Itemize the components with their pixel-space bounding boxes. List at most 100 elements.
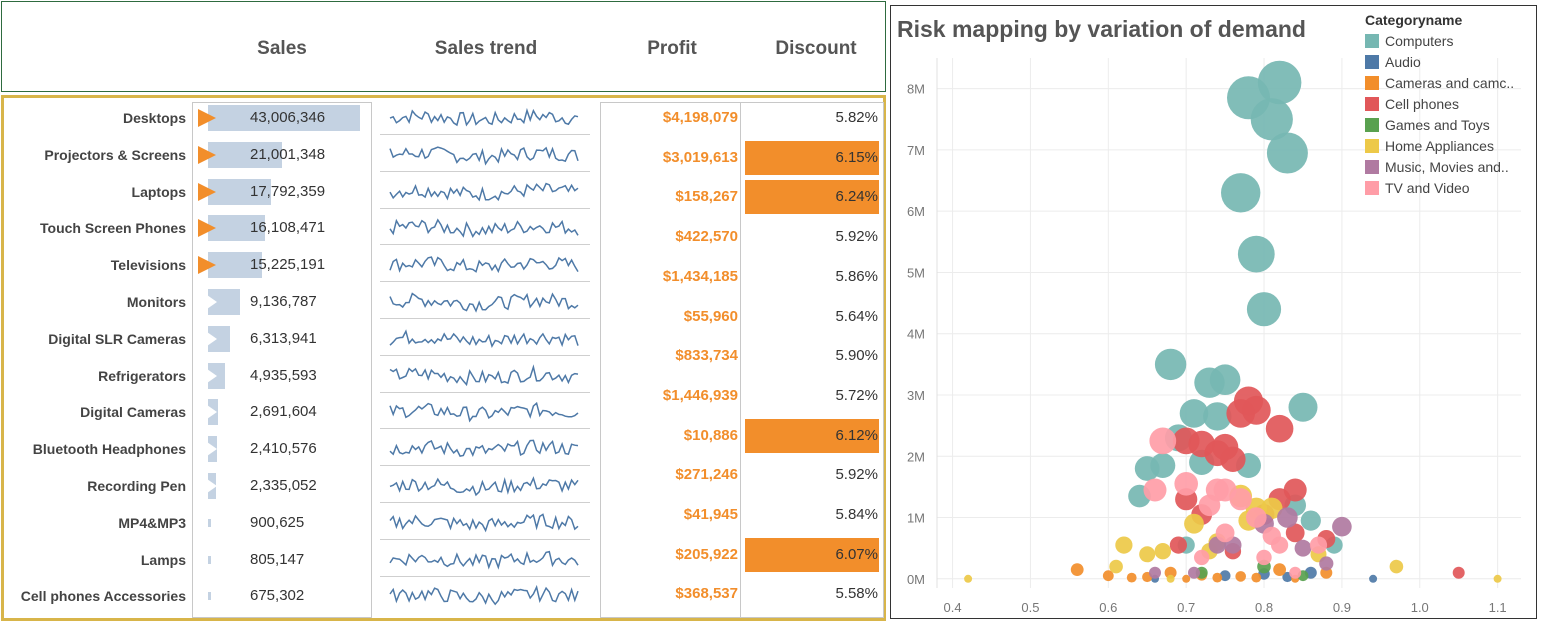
sales-trend-sparkline[interactable] <box>388 287 580 317</box>
profit-value: $4,198,079 <box>662 109 738 126</box>
y-tick-label: 7M <box>907 143 925 158</box>
legend-item[interactable]: Cell phones <box>1365 94 1535 115</box>
sales-trend-sparkline[interactable] <box>388 397 580 427</box>
row-label[interactable]: Touch Screen Phones <box>4 218 186 238</box>
trend-row-separator <box>380 428 590 430</box>
x-tick-label: 0.6 <box>1099 600 1117 615</box>
scatter-point[interactable] <box>1149 566 1161 579</box>
scatter-point[interactable] <box>1220 446 1246 472</box>
scatter-point[interactable] <box>1294 539 1312 557</box>
header-sales[interactable]: Sales <box>222 38 342 60</box>
legend-item[interactable]: Home Appliances <box>1365 136 1535 157</box>
sales-trend-sparkline[interactable] <box>388 213 580 243</box>
sales-value: 4,935,593 <box>250 366 317 384</box>
scatter-point[interactable] <box>1143 478 1167 502</box>
row-label[interactable]: Monitors <box>4 292 186 312</box>
scatter-point[interactable] <box>1212 572 1223 583</box>
scatter-point[interactable] <box>1126 572 1137 583</box>
row-label[interactable]: MP4&MP3 <box>4 513 186 533</box>
sales-trend-sparkline[interactable] <box>388 434 580 464</box>
scatter-point[interactable] <box>1188 566 1200 579</box>
scatter-point[interactable] <box>1289 566 1302 579</box>
scatter-point[interactable] <box>1209 364 1241 396</box>
scatter-point[interactable] <box>1154 348 1187 381</box>
scatter-point[interactable] <box>1174 472 1198 496</box>
sales-trend-sparkline[interactable] <box>388 471 580 501</box>
header-sales-trend[interactable]: Sales trend <box>406 38 566 60</box>
row-label[interactable]: Laptops <box>4 182 186 202</box>
row-label[interactable]: Desktops <box>4 108 186 128</box>
header-discount[interactable]: Discount <box>756 38 876 60</box>
scatter-point[interactable] <box>1115 536 1133 554</box>
scatter-point[interactable] <box>1109 559 1123 574</box>
sales-bar[interactable] <box>208 518 211 527</box>
scatter-point[interactable] <box>1198 494 1221 517</box>
scatter-point[interactable] <box>1256 549 1272 566</box>
legend-label: Games and Toys <box>1385 117 1490 133</box>
sales-bar[interactable] <box>208 555 211 564</box>
legend-item[interactable]: Audio <box>1365 52 1535 73</box>
legend-item[interactable]: Cameras and camc.. <box>1365 73 1535 94</box>
scatter-point[interactable] <box>1139 546 1156 563</box>
sales-bar[interactable] <box>208 592 211 601</box>
scatter-point[interactable] <box>1493 574 1502 583</box>
sales-trend-sparkline[interactable] <box>388 177 580 207</box>
scatter-point[interactable] <box>1166 574 1175 583</box>
scatter-point[interactable] <box>1266 132 1308 174</box>
row-label[interactable]: Refrigerators <box>4 366 186 386</box>
sales-trend-sparkline[interactable] <box>388 508 580 538</box>
sales-trend-sparkline[interactable] <box>388 581 580 611</box>
sales-trend-sparkline[interactable] <box>388 140 580 170</box>
scatter-point[interactable] <box>1389 559 1404 574</box>
scatter-point[interactable] <box>1194 549 1210 566</box>
scatter-point[interactable] <box>1070 563 1084 576</box>
row-label[interactable]: Bluetooth Headphones <box>4 439 186 459</box>
x-tick-label: 0.8 <box>1255 600 1273 615</box>
scatter-point[interactable] <box>1169 536 1187 554</box>
scatter-point[interactable] <box>1226 399 1255 428</box>
sales-trend-sparkline[interactable] <box>388 545 580 575</box>
sales-value: 9,136,787 <box>250 293 317 310</box>
scatter-point[interactable] <box>1452 566 1465 579</box>
scatter-point[interactable] <box>1221 173 1261 213</box>
legend-item[interactable]: Music, Movies and.. <box>1365 157 1535 178</box>
scatter-point[interactable] <box>964 574 973 583</box>
scatter-point[interactable] <box>1271 536 1289 554</box>
sales-trend-sparkline[interactable] <box>388 103 580 133</box>
row-label[interactable]: Recording Pen <box>4 476 186 496</box>
scatter-point[interactable] <box>1265 414 1294 443</box>
legend-item[interactable]: TV and Video <box>1365 178 1535 199</box>
scatter-point[interactable] <box>1369 574 1378 583</box>
sales-trend-sparkline[interactable] <box>388 250 580 280</box>
row-label[interactable]: Projectors & Screens <box>4 145 186 165</box>
row-label[interactable]: Cell phones Accessories <box>4 586 186 606</box>
scatter-point[interactable] <box>1300 510 1321 531</box>
sales-trend-sparkline[interactable] <box>388 324 580 354</box>
scatter-point[interactable] <box>1309 536 1328 554</box>
row-label[interactable]: Digital SLR Cameras <box>4 329 186 349</box>
row-label[interactable]: Lamps <box>4 550 186 570</box>
scatter-point[interactable] <box>1237 235 1275 273</box>
row-label[interactable]: Televisions <box>4 255 186 275</box>
scatter-point[interactable] <box>1246 292 1282 327</box>
scatter-point[interactable] <box>1215 523 1235 543</box>
scatter-point[interactable] <box>1332 516 1352 537</box>
scatter-point[interactable] <box>1251 572 1262 583</box>
scatter-point[interactable] <box>1273 563 1286 576</box>
scatter-point[interactable] <box>1246 507 1267 528</box>
scatter-point[interactable] <box>1184 513 1204 534</box>
row-label[interactable]: Digital Cameras <box>4 402 186 422</box>
header-profit[interactable]: Profit <box>617 38 727 60</box>
scatter-point[interactable] <box>1154 543 1171 560</box>
scatter-point[interactable] <box>1277 507 1298 528</box>
scatter-point[interactable] <box>1319 556 1334 571</box>
scatter-point[interactable] <box>1229 488 1252 511</box>
scatter-point[interactable] <box>1288 392 1318 422</box>
sales-trend-sparkline[interactable] <box>388 361 580 391</box>
scatter-point[interactable] <box>1235 571 1246 582</box>
scatter-point[interactable] <box>1150 453 1176 478</box>
legend-item[interactable]: Games and Toys <box>1365 115 1535 136</box>
sales-value: 675,302 <box>250 587 305 605</box>
legend-item[interactable]: Computers <box>1365 31 1535 52</box>
scatter-point[interactable] <box>1149 427 1177 455</box>
